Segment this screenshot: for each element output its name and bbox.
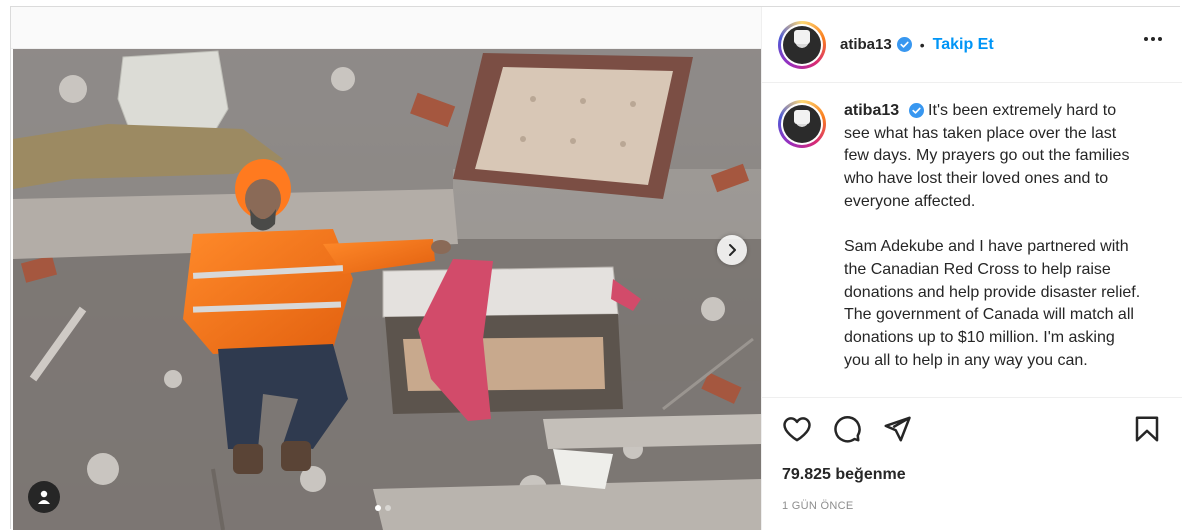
avatar[interactable] — [778, 100, 826, 148]
caption-username[interactable]: atiba13 — [844, 102, 899, 119]
send-icon[interactable] — [882, 414, 912, 444]
follow-button[interactable]: Takip Et — [933, 36, 994, 54]
avatar[interactable] — [778, 20, 826, 69]
rubble-scene-image — [13, 49, 761, 530]
bookmark-icon[interactable] — [1132, 414, 1162, 444]
caption-paragraph-1: atiba13 It's been extremely hard to see … — [844, 100, 1144, 214]
caption-text: atiba13 It's been extremely hard to see … — [844, 100, 1144, 397]
caption-paragraph-2: Sam Adekube and I have partnered with th… — [844, 238, 1141, 369]
post-photo[interactable] — [13, 49, 761, 530]
post-media — [11, 7, 761, 530]
post-header: atiba13 • Takip Et — [762, 7, 1182, 83]
tagged-users-button[interactable] — [28, 481, 60, 513]
chevron-right-icon — [729, 244, 736, 256]
heart-icon[interactable] — [782, 414, 812, 444]
more-options-icon[interactable] — [1144, 37, 1162, 41]
post-timestamp[interactable]: 1 GÜN ÖNCE — [782, 500, 853, 512]
likes-count[interactable]: 79.825 beğenme — [782, 466, 906, 484]
post-actions: 79.825 beğenme 1 GÜN ÖNCE — [762, 397, 1182, 530]
post-author-username[interactable]: atiba13 — [840, 36, 892, 53]
comment-icon[interactable] — [832, 414, 862, 444]
header-separator: • — [919, 36, 925, 53]
media-top-bar — [11, 7, 761, 49]
carousel-next-button[interactable] — [717, 235, 747, 265]
caption-section: atiba13 It's been extremely hard to see … — [762, 84, 1182, 397]
carousel-dot-active — [375, 505, 381, 511]
post-side-panel: atiba13 • Takip Et atiba13 It's been ext… — [761, 7, 1182, 530]
carousel-dot — [385, 505, 391, 511]
post-modal: atiba13 • Takip Et atiba13 It's been ext… — [10, 6, 1182, 530]
user-tag-icon — [38, 490, 50, 504]
verified-badge-icon — [908, 103, 924, 119]
carousel-indicator — [375, 505, 391, 511]
verified-badge-icon — [896, 37, 912, 52]
